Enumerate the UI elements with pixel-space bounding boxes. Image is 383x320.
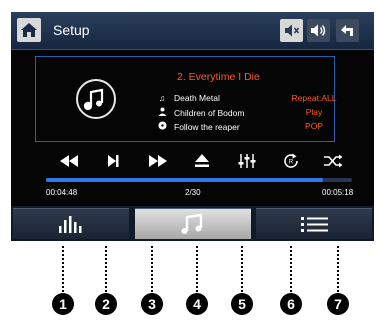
svg-text:R: R: [289, 160, 294, 166]
tab-list[interactable]: [256, 208, 372, 239]
genre-note-icon: ♫: [158, 93, 166, 103]
callout-line-4: [196, 246, 198, 292]
progress-fill: [46, 178, 324, 182]
artist-label: Children of Bodom: [174, 108, 245, 118]
tab-music[interactable]: [135, 208, 251, 239]
callout-number: 4: [186, 293, 208, 315]
fast-forward-icon: [149, 155, 167, 167]
callout-number: 2: [95, 293, 117, 315]
artist-row: Children of Bodom: [156, 107, 244, 118]
callout-number: 1: [52, 293, 74, 315]
mute-icon: [285, 24, 300, 37]
music-note-tab-icon: [181, 213, 203, 234]
repeat-button[interactable]: R: [279, 152, 303, 170]
play-status: Play: [305, 107, 323, 117]
repeat-status: Repeat:ALL: [291, 93, 337, 103]
callout-number: 7: [327, 293, 349, 315]
callout-number: 6: [280, 293, 302, 315]
equalizer-sliders-icon: [238, 154, 256, 168]
mute-button[interactable]: [280, 19, 303, 42]
genre-row: ♫ Death Metal: [156, 93, 220, 103]
callout-number: 3: [141, 293, 163, 315]
track-position: 2/30: [185, 188, 201, 197]
callout-line-2: [105, 246, 107, 292]
album-art: [76, 79, 116, 119]
album-label: Follow the reaper: [174, 122, 240, 132]
callout-line-6: [290, 246, 292, 292]
repeat-icon: R: [284, 153, 298, 168]
now-playing-panel: 2. Everytime I Die ♫ Death Metal Children…: [35, 56, 337, 142]
back-button[interactable]: [336, 19, 359, 42]
genre-label: Death Metal: [174, 93, 220, 103]
callout-line-7: [337, 246, 339, 292]
bottom-tab-bar: [11, 206, 374, 241]
speaker-icon: [311, 24, 326, 37]
progress-bar[interactable]: [46, 178, 352, 182]
back-arrow-icon: [341, 25, 353, 36]
rewind-icon: [60, 155, 78, 167]
list-icon: [301, 217, 328, 232]
total-time: 00:05:18: [322, 188, 354, 197]
disc-icon: [156, 121, 168, 132]
step-forward-button[interactable]: [101, 152, 125, 170]
shuffle-icon: [324, 154, 343, 168]
page-title: Setup: [53, 22, 90, 38]
tab-equalizer[interactable]: [13, 208, 129, 239]
person-icon: [156, 107, 168, 118]
shuffle-button[interactable]: [321, 152, 345, 170]
eject-icon: [195, 154, 209, 167]
callout-line-5: [241, 246, 243, 292]
track-title: 2. Everytime I Die: [177, 71, 260, 83]
callout-line-1: [62, 246, 64, 292]
eq-preset-status: POP: [305, 121, 323, 131]
callout-line-3: [151, 246, 153, 292]
volume-button[interactable]: [307, 19, 330, 42]
callout-number: 5: [231, 293, 253, 315]
elapsed-time: 00:04:48: [46, 188, 78, 197]
album-row: Follow the reaper: [156, 121, 240, 132]
music-note-icon: [83, 88, 104, 111]
bar-chart-icon: [59, 216, 82, 233]
home-icon: [21, 23, 37, 37]
fast-forward-button[interactable]: [146, 152, 170, 170]
head-unit-screen: Setup 2. Everytime I Die ♫ Death Metal C…: [11, 12, 374, 241]
home-button[interactable]: [17, 18, 41, 42]
eject-button[interactable]: [190, 152, 214, 170]
top-bar: Setup: [11, 12, 374, 50]
equalizer-button[interactable]: [235, 152, 259, 170]
step-forward-icon: [108, 155, 119, 167]
rewind-button[interactable]: [57, 152, 81, 170]
